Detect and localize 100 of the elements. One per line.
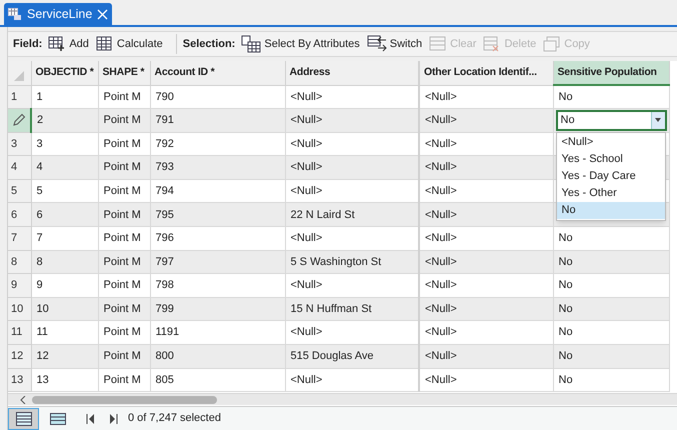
table-cell: <Null> (290, 161, 322, 174)
table-cell: <Null> (290, 326, 322, 338)
table-cell: No (558, 350, 573, 362)
table-cell: <Null> (425, 184, 457, 197)
scroll-left-icon[interactable] (20, 396, 26, 404)
table-cell: 799 (156, 302, 174, 315)
dropdown-option[interactable]: Yes - School (556, 151, 664, 168)
view-button[interactable] (8, 408, 39, 430)
table-cell: 9 (36, 279, 43, 292)
table-cell: 795 (156, 208, 174, 221)
pencil-icon (11, 113, 27, 128)
table-cell: 790 (156, 90, 174, 103)
table-cell: 515 Douglas Ave (290, 350, 374, 362)
row-number: 7 (11, 232, 18, 244)
dropdown-option[interactable]: Yes - Other (556, 185, 664, 202)
toolbar-button[interactable]: Calculate (96, 36, 163, 52)
table-cell: 4 (36, 161, 43, 174)
table-cell: No (558, 302, 573, 315)
row-number: 6 (11, 208, 18, 221)
row-number: 8 (11, 256, 18, 268)
table-cell: Point M (104, 138, 141, 150)
table-cell: 15 N Huffman St (290, 302, 372, 315)
table-cell: <Null> (290, 279, 322, 292)
table-cell: <Null> (425, 326, 457, 338)
table-cell: Point M (104, 256, 141, 268)
table-cell: No (558, 374, 573, 386)
table-cell: <Null> (425, 208, 457, 221)
table-cell: 10 (36, 302, 49, 315)
table-cell: 13 (36, 374, 49, 386)
table-cell: 5 S Washington St (290, 256, 382, 268)
row-number: 9 (11, 279, 18, 292)
table-cell: No (558, 90, 573, 103)
table-tab[interactable]: ServiceLine (4, 3, 112, 25)
row-number: 13 (11, 374, 24, 386)
table-cell: 791 (156, 114, 174, 126)
first-record-icon[interactable] (86, 414, 95, 424)
table-cell: 5 (36, 184, 43, 197)
column-header[interactable]: OBJECTID * (31, 61, 98, 85)
column-header[interactable]: SHAPE * (98, 61, 150, 85)
column-header[interactable]: Address (285, 61, 419, 85)
table-cell: <Null> (425, 138, 457, 150)
table-cell: 12 (36, 350, 49, 362)
table-cell: No (558, 232, 573, 244)
row-number: 5 (11, 184, 18, 197)
table-cell: Point M (104, 374, 141, 386)
toolbar-button[interactable]: Switch (366, 35, 422, 53)
table-cell: 2 (37, 114, 44, 126)
table-cell: 22 N Laird St (290, 208, 355, 221)
sort-corner-icon (14, 71, 24, 81)
table-cell: 11 (36, 326, 48, 338)
table-cell: <Null> (425, 114, 457, 126)
table-cell: 805 (156, 374, 174, 386)
table-cell: <Null> (425, 90, 457, 103)
table-cell: Point M (104, 114, 141, 126)
table-cell: <Null> (290, 232, 322, 244)
table-cell: Point M (104, 90, 141, 103)
table-cell: <Null> (425, 302, 457, 315)
row-number: 4 (11, 161, 18, 174)
row-number: 12 (11, 350, 24, 362)
table-cell: 797 (156, 256, 174, 268)
table-cell: <Null> (290, 114, 322, 126)
table-cell: 800 (156, 350, 174, 362)
table-cell: <Null> (290, 374, 322, 386)
column-header[interactable]: Sensitive Population (553, 61, 669, 85)
table-view-icon (16, 412, 32, 426)
selection-count: 0 of 7,247 selected (128, 411, 221, 426)
last-record-icon[interactable] (109, 414, 118, 424)
table-cell: 794 (156, 184, 174, 197)
table-cell: 7 (36, 232, 43, 244)
table-cell: <Null> (290, 90, 322, 103)
dropdown-option[interactable]: Yes - Day Care (556, 168, 664, 186)
table-cell: <Null> (290, 184, 322, 197)
close-icon[interactable] (97, 8, 108, 20)
table-cell: Point M (104, 302, 141, 315)
table-cell: <Null> (425, 161, 457, 174)
scrollbar-thumb[interactable] (32, 396, 217, 404)
row-number: 3 (11, 138, 18, 150)
row-number: 11 (11, 326, 22, 338)
table-cell: 6 (36, 208, 43, 221)
row-number: 1 (11, 90, 18, 103)
table-cell: Point M (104, 279, 141, 292)
table-cell: 796 (156, 232, 174, 244)
table-cell: 793 (156, 161, 174, 174)
table-cell: 1191 (156, 326, 180, 338)
table-cell: 8 (36, 256, 43, 268)
table-cell: <Null> (290, 138, 322, 150)
toolbar-button[interactable]: Add (48, 36, 89, 52)
table-cell: Point M (104, 208, 141, 221)
table-cell: No (558, 279, 573, 292)
dropdown-option[interactable]: No (556, 202, 664, 220)
row-number: 10 (11, 302, 24, 315)
dropdown-option[interactable]: <Null> (556, 134, 664, 152)
table-cell: <Null> (425, 350, 457, 362)
table-cell: Point M (104, 161, 141, 174)
table-cell: Point M (104, 350, 141, 362)
table-cell: Point M (104, 326, 141, 338)
dropdown-field[interactable]: No (556, 110, 666, 131)
column-header[interactable]: Account ID * (150, 61, 285, 85)
table-cell: <Null> (425, 256, 457, 268)
toolbar-button[interactable]: Select By Attributes (241, 35, 360, 53)
